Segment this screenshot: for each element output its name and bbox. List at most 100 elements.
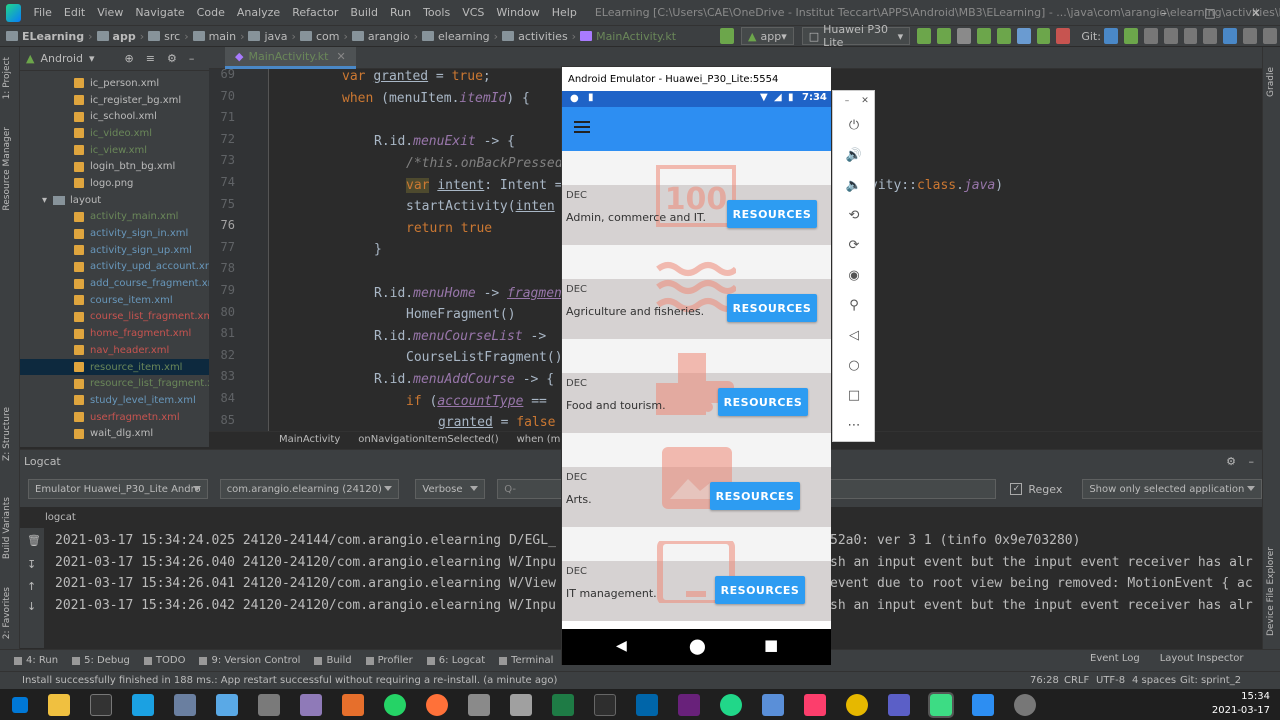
project-view-selector[interactable]: Android [40, 52, 83, 65]
menu-help[interactable]: Help [546, 6, 583, 19]
resources-button[interactable]: RESOURCES [715, 576, 805, 604]
regex-checkbox[interactable]: ✓ Regex [1010, 483, 1062, 496]
home-button[interactable]: ⬤ [689, 637, 706, 655]
breadcrumb-item[interactable]: ELearning › [6, 30, 93, 43]
project-structure-icon[interactable] [1183, 28, 1198, 44]
resource-card[interactable]: 100 DEC Admin, commerce and IT. RESOURCES [562, 151, 831, 245]
code-breadcrumb-item[interactable]: onNavigationItemSelected() [358, 434, 498, 445]
search-icon[interactable] [1263, 28, 1278, 44]
volume-down-icon[interactable]: 🔈 [846, 177, 862, 193]
clock[interactable]: 15:34 2021-03-17 [1212, 690, 1270, 718]
resource-card[interactable]: DEC Agriculture and fisheries. RESOURCES [562, 245, 831, 339]
app-icon[interactable] [342, 693, 364, 716]
code-breadcrumb-item[interactable]: MainActivity [279, 434, 340, 445]
git-rollback-icon[interactable] [1163, 28, 1178, 44]
vscode-icon[interactable] [636, 693, 658, 716]
down-icon[interactable]: ↓ [27, 600, 36, 613]
bottom-tab[interactable]: TODO [143, 655, 185, 666]
project-tree-item[interactable]: ic_view.xml [20, 142, 209, 159]
hamburger-menu-icon[interactable] [574, 121, 590, 133]
bottom-tab[interactable]: 5: Debug [72, 655, 130, 666]
project-tree-item[interactable]: nav_header.xml [20, 342, 209, 359]
project-tree-item[interactable]: resource_item.xml [20, 358, 209, 376]
back-icon[interactable]: ◁ [846, 327, 862, 343]
bottom-right-tab[interactable]: Event Log [1090, 653, 1140, 664]
log-level-select[interactable]: Verbose [415, 479, 486, 499]
build-variants-tab[interactable]: Build Variants [2, 497, 12, 559]
project-tree-item[interactable]: activity_sign_up.xml [20, 242, 209, 259]
bottom-tab[interactable]: Build [314, 655, 352, 666]
menu-tools[interactable]: Tools [417, 6, 456, 19]
project-tree-item[interactable]: userfragmetn.xml [20, 409, 209, 426]
project-tree-item[interactable]: ic_video.xml [20, 125, 209, 142]
resource-card[interactable]: DEC Food and tourism. RESOURCES [562, 339, 831, 433]
overview-icon[interactable]: □ [846, 387, 862, 403]
run-icon[interactable] [956, 28, 971, 44]
rotate-right-icon[interactable]: ⟳ [846, 237, 862, 253]
menu-analyze[interactable]: Analyze [231, 6, 286, 19]
profile-icon[interactable] [1016, 28, 1031, 44]
power-icon[interactable]: ⏻ [846, 117, 862, 133]
resources-button[interactable]: RESOURCES [727, 294, 817, 322]
breadcrumb-item[interactable]: elearning › [422, 30, 498, 43]
bottom-tab[interactable]: Profiler [365, 655, 413, 666]
device-select[interactable]: Emulator Huawei_P30_Lite Andro [28, 479, 208, 499]
project-tree-item[interactable]: wait_dlg.xml [20, 425, 209, 442]
chevron-down-icon[interactable]: ▾ [89, 52, 95, 65]
more-icon[interactable]: ⋯ [846, 417, 862, 433]
bottom-tab[interactable]: Terminal [499, 655, 553, 666]
close-icon[interactable]: ✕ [857, 93, 873, 109]
visual-studio-icon[interactable] [678, 693, 700, 716]
apply-changes-icon[interactable] [917, 28, 931, 44]
project-tree-item[interactable]: ic_person.xml [20, 75, 209, 92]
app-icon[interactable] [132, 693, 154, 716]
indent-setting[interactable]: 4 spaces [1132, 675, 1176, 686]
project-tree-item[interactable]: course_list_fragment.xml [20, 309, 209, 326]
hide-icon[interactable]: – [1249, 455, 1255, 468]
firefox-icon[interactable] [426, 693, 448, 716]
trash-icon[interactable]: 🗑 [27, 534, 41, 547]
project-tree-item[interactable]: activity_sign_in.xml [20, 225, 209, 242]
breadcrumb-item[interactable]: main › [192, 30, 244, 43]
menu-refactor[interactable]: Refactor [286, 6, 344, 19]
chrome-icon[interactable] [846, 693, 868, 716]
resources-button[interactable]: RESOURCES [710, 482, 800, 510]
project-tree-item[interactable]: resource_list_fragment.xml [20, 375, 209, 392]
breadcrumb-item[interactable]: arangio › [351, 30, 418, 43]
collapse-icon[interactable]: ≡ [146, 52, 155, 65]
breadcrumb-item[interactable]: com › [299, 30, 348, 43]
volume-up-icon[interactable]: 🔊 [846, 147, 862, 163]
camera-icon[interactable]: ◉ [846, 267, 862, 283]
app-icon[interactable] [468, 693, 490, 716]
breadcrumb-item[interactable]: java › [248, 30, 296, 43]
coverage-icon[interactable] [996, 28, 1011, 44]
teams-icon[interactable] [888, 693, 910, 716]
project-tree-item[interactable]: home_fragment.xml [20, 325, 209, 342]
project-tree-item[interactable]: login_btn_bg.xml [20, 158, 209, 175]
terminal-icon[interactable] [90, 693, 112, 716]
layout-inspector-icon[interactable] [1243, 28, 1258, 44]
menu-navigate[interactable]: Navigate [129, 6, 190, 19]
git-branch[interactable]: Git: sprint_2 [1180, 675, 1241, 686]
close-tab-icon[interactable]: ✕ [336, 50, 345, 63]
gear-icon[interactable]: ⚙ [167, 52, 177, 65]
menu-file[interactable]: File [27, 6, 57, 19]
process-select[interactable]: com.arangio.elearning (24120) [219, 479, 400, 499]
file-explorer-icon[interactable] [48, 693, 70, 716]
close-button[interactable]: ✕ [1233, 0, 1279, 25]
debug-icon[interactable] [976, 28, 991, 44]
app-icon[interactable] [258, 693, 280, 716]
breadcrumb-item[interactable]: src › [148, 30, 189, 43]
git-update-icon[interactable] [1103, 28, 1118, 44]
git-history-icon[interactable] [1143, 28, 1158, 44]
breadcrumb-item[interactable]: MainActivity.kt [580, 30, 676, 43]
cursor-position[interactable]: 76:28 [1030, 675, 1059, 686]
apply-code-changes-icon[interactable] [937, 28, 951, 44]
device-file-explorer-tab[interactable]: Device File Explorer [1266, 547, 1276, 636]
menu-code[interactable]: Code [191, 6, 231, 19]
resources-button[interactable]: RESOURCES [718, 388, 808, 416]
resources-button[interactable]: RESOURCES [727, 200, 817, 228]
maximize-button[interactable]: □ [1187, 0, 1233, 25]
project-tree-item[interactable]: logo.png [20, 175, 209, 192]
locate-icon[interactable]: ⊕ [125, 52, 134, 65]
